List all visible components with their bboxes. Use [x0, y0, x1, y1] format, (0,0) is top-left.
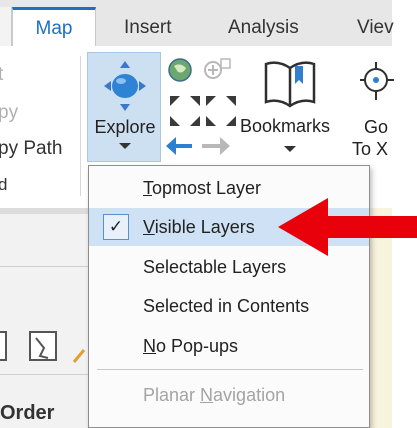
check-icon: ✓ [103, 214, 129, 240]
ribbon-tab-strip: Map Insert Analysis Viev [0, 0, 394, 50]
explore-label: Explore [94, 117, 156, 137]
menu-item-label: Selected in Contents [143, 296, 310, 316]
go-to-xy-label-line1: Go [364, 117, 389, 137]
menu-item-selected-in-contents[interactable]: Selected in Contents [89, 287, 369, 325]
menu-item-label: Selectable Layers [143, 257, 287, 277]
label-rest: o Pop-ups [156, 336, 239, 356]
mnemonic: N [200, 385, 214, 405]
menu-item-no-popups[interactable]: No Pop-ups [89, 327, 369, 365]
list-by-drawing-order-heading: Order [0, 402, 55, 424]
tab-analysis[interactable]: Analysis [228, 10, 299, 46]
menu-item-label: Topmost Layer [143, 169, 261, 207]
ribbon-item-copy[interactable]: py [0, 102, 18, 124]
menu-item-label: Visible Layers [143, 208, 255, 246]
navigation-tools-icons[interactable] [166, 56, 236, 156]
go-to-xy-icon[interactable] [360, 62, 400, 102]
explore-button[interactable]: Explore [87, 52, 161, 162]
menu-separator [97, 369, 363, 370]
label-rest: avigation [213, 385, 286, 405]
menu-item-label: No Pop-ups [143, 327, 238, 365]
explore-icon [104, 61, 146, 111]
mnemonic: T [143, 178, 152, 198]
tab-map[interactable]: Map [12, 7, 96, 50]
tab-view[interactable]: Viev [357, 10, 394, 46]
contents-toolbar-icons[interactable] [0, 328, 90, 368]
tab-previous-stub[interactable] [0, 7, 12, 47]
label-rest: isible Layers [154, 217, 255, 237]
label-rest: opmost Layer [152, 178, 262, 198]
menu-item-planar-navigation: Planar Navigation [89, 376, 369, 414]
ribbon-item-cut[interactable]: t [0, 64, 3, 86]
menu-item-label: Planar Navigation [143, 376, 285, 414]
annotation-arrow-icon [278, 198, 417, 256]
chevron-down-icon[interactable] [284, 146, 296, 152]
ribbon-group-separator [80, 56, 81, 196]
ribbon-item-copy-path[interactable]: py Path [0, 138, 62, 160]
chevron-down-icon [119, 143, 131, 149]
tab-insert[interactable]: Insert [124, 10, 172, 46]
bookmarks-icon[interactable] [262, 58, 318, 108]
mnemonic: V [143, 217, 155, 237]
ribbon-group-label: d [0, 175, 8, 194]
go-to-xy-label-line2: To X [352, 139, 389, 159]
mnemonic: N [143, 336, 156, 356]
go-to-xy-label[interactable]: Go To X [352, 116, 388, 160]
bookmarks-label[interactable]: Bookmarks [240, 116, 330, 137]
label-pre: Planar [143, 385, 201, 405]
